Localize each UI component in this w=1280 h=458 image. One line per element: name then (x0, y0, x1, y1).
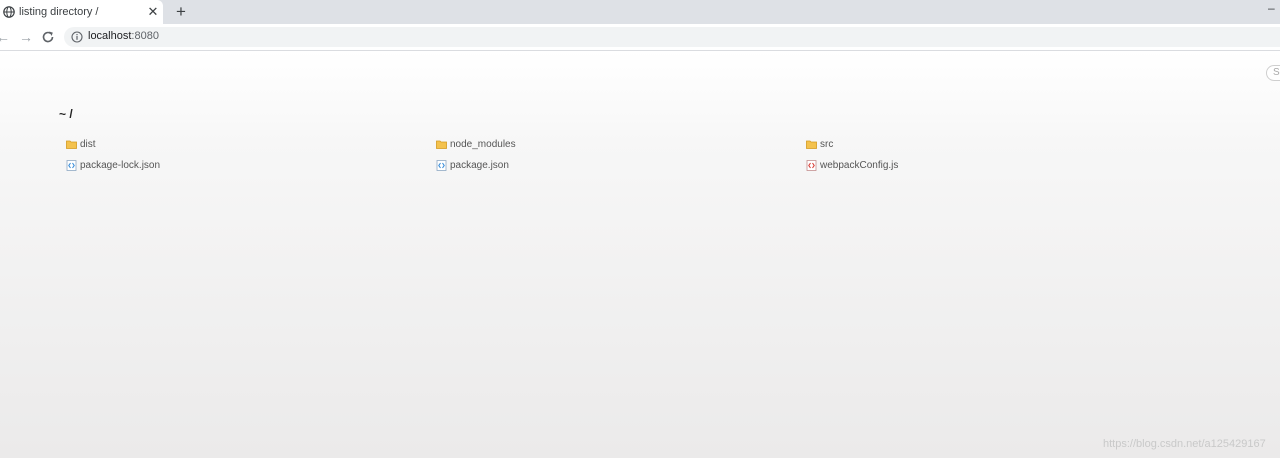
file-name: webpackConfig.js (820, 160, 899, 171)
new-tab-button[interactable]: + (173, 3, 189, 20)
back-icon[interactable]: ← (0, 30, 10, 44)
search-input[interactable]: S (1266, 65, 1280, 81)
forward-icon[interactable]: → (19, 30, 33, 44)
file-name: dist (80, 139, 96, 150)
watermark: https://blog.csdn.net/a125429167 (1103, 438, 1266, 450)
address-bar[interactable]: localhost:8080 (64, 27, 1280, 47)
json-file-icon (66, 160, 77, 171)
json-file-icon (436, 160, 447, 171)
url-port: :8080 (131, 30, 159, 42)
folder-icon (806, 140, 817, 149)
close-icon[interactable]: ✕ (146, 5, 160, 19)
browser-tab[interactable]: listing directory / ✕ (0, 0, 163, 24)
browser-toolbar: ← → localhost:8080 (0, 24, 1280, 51)
reload-icon[interactable] (41, 30, 55, 44)
page-title: ~ / (59, 107, 73, 121)
file-name: src (820, 139, 834, 150)
globe-icon (3, 6, 15, 18)
directory-listing-page: S ~ / dist node_modules src package-lock… (0, 51, 1280, 458)
minimize-icon[interactable]: – (1268, 2, 1280, 14)
file-name: package-lock.json (80, 160, 161, 171)
search-placeholder: S (1273, 67, 1280, 78)
tab-title: listing directory / (19, 6, 99, 18)
tab-strip: listing directory / ✕ + – (0, 0, 1280, 24)
url-text: localhost:8080 (88, 30, 159, 42)
url-host: localhost (88, 30, 132, 42)
folder-icon (66, 140, 77, 149)
file-name: package.json (450, 160, 509, 171)
info-icon[interactable] (71, 31, 83, 43)
js-file-icon (806, 160, 817, 171)
folder-icon (436, 140, 447, 149)
file-name: node_modules (450, 139, 516, 150)
